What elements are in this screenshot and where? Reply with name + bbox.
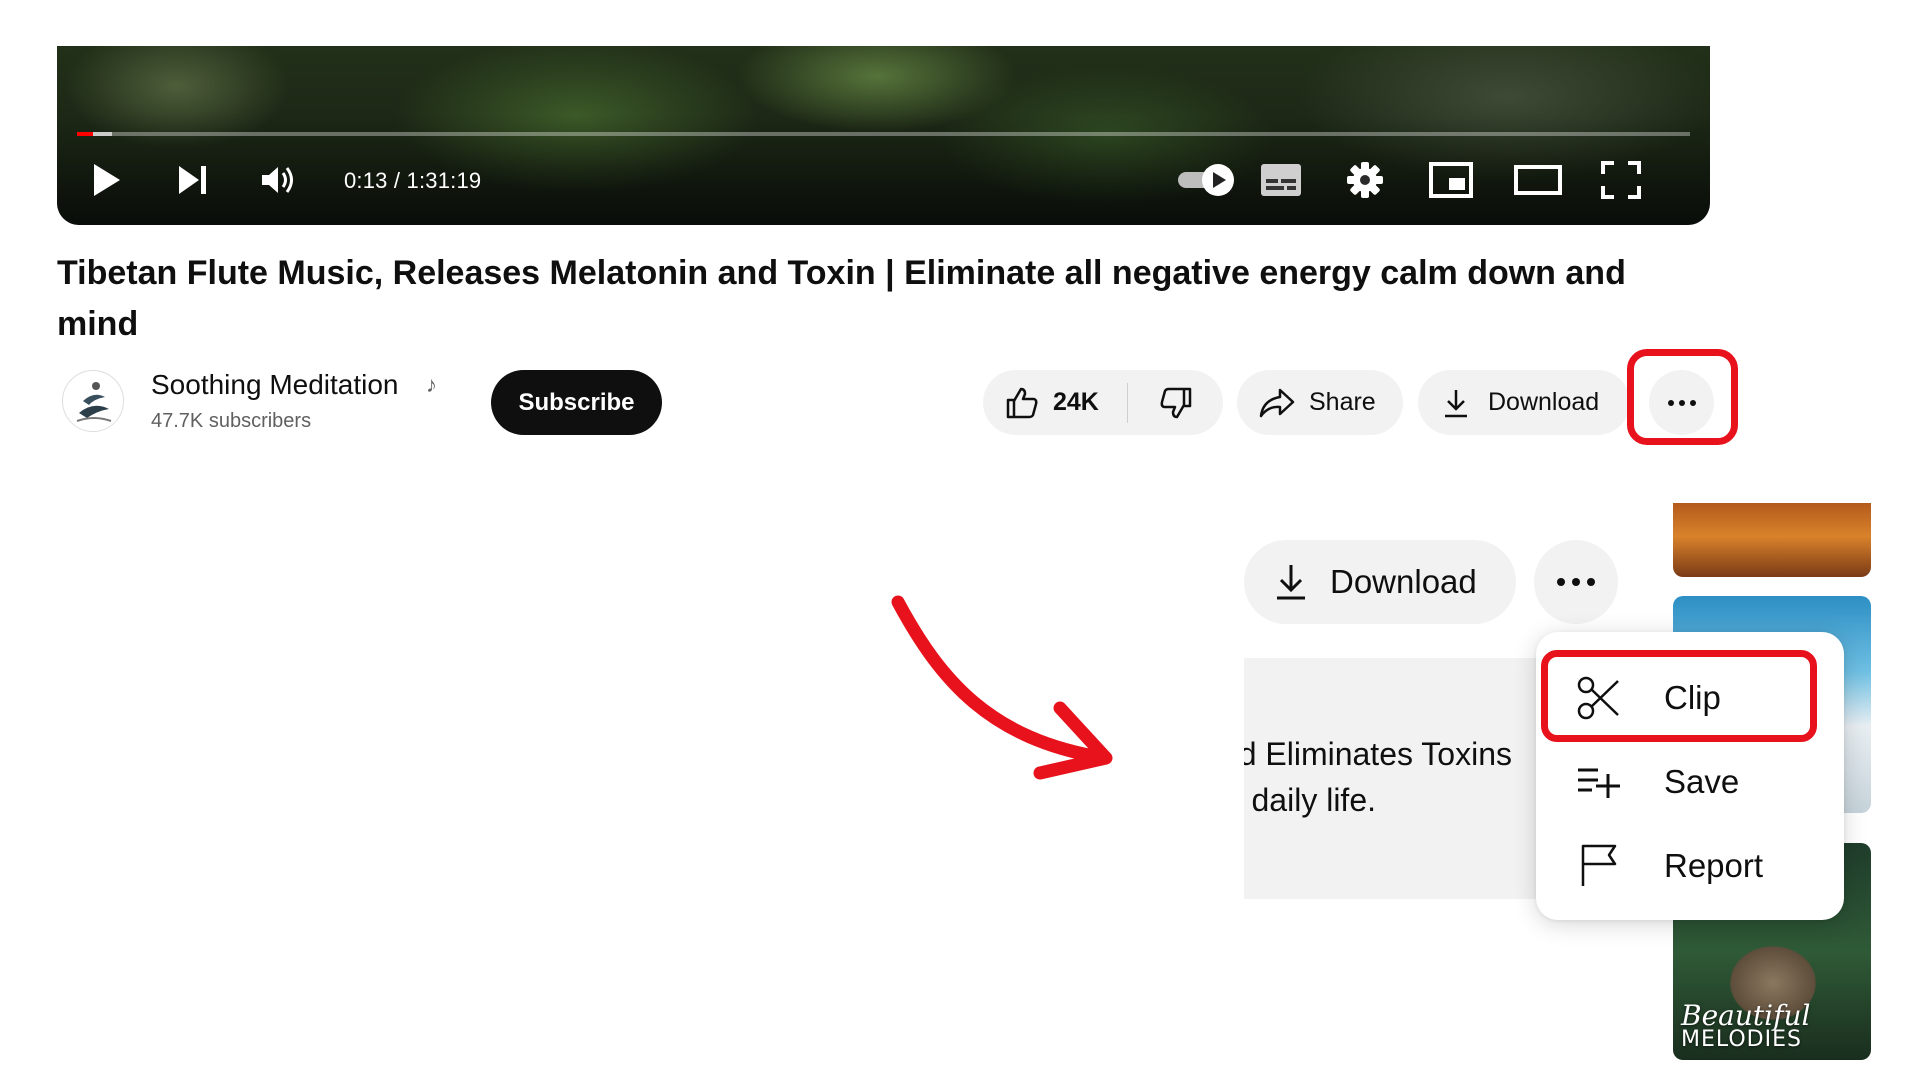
miniplayer-icon[interactable] [1427, 158, 1475, 202]
video-title: Tibetan Flute Music, Releases Melatonin … [57, 254, 1626, 343]
channel-name[interactable]: Soothing Meditation [151, 369, 399, 401]
download-icon [1445, 389, 1467, 417]
download-button[interactable]: Download [1418, 370, 1630, 435]
menu-item-label: Report [1664, 847, 1764, 884]
autoplay-toggle[interactable] [1174, 158, 1240, 202]
music-note-icon: ♪ [426, 372, 437, 397]
volume-icon[interactable] [249, 150, 309, 210]
subscriber-count: 47.7K subscribers [151, 410, 312, 432]
flag-icon [1574, 844, 1624, 888]
menu-item-report[interactable]: Report [1536, 824, 1844, 908]
related-video-thumbnail[interactable] [1673, 503, 1871, 577]
video-player[interactable]: 0:13 / 1:31:19 [57, 46, 1710, 225]
subscribe-button[interactable]: Subscribe [491, 370, 662, 435]
download-icon [1277, 565, 1305, 600]
time-display: 0:13 / 1:31:19 [344, 168, 482, 193]
more-actions-button-zoomed[interactable] [1534, 540, 1618, 624]
next-icon[interactable] [163, 150, 223, 210]
share-button[interactable]: Share [1237, 370, 1403, 435]
settings-gear-icon[interactable] [1343, 158, 1387, 202]
download-label-zoomed: Download [1330, 563, 1477, 600]
thumbs-down-icon [1160, 387, 1191, 418]
description-line-2: ır daily life. [1244, 782, 1376, 818]
download-label: Download [1488, 388, 1600, 416]
thumbs-up-icon [1006, 387, 1038, 418]
description-line-1: d Eliminates Toxins [1244, 736, 1512, 772]
download-button-zoomed[interactable]: Download [1244, 540, 1516, 624]
description-box: d Eliminates Toxins ır daily life. [1244, 658, 1564, 899]
highlight-box-clip [1541, 650, 1817, 742]
playlist-add-icon [1574, 764, 1624, 800]
share-arrow-icon [1259, 388, 1295, 417]
more-horizontal-icon [1557, 578, 1595, 586]
annotation-arrow [891, 595, 1113, 780]
like-count: 24K [1053, 388, 1099, 416]
channel-avatar[interactable] [62, 370, 124, 432]
menu-item-save[interactable]: Save [1536, 740, 1844, 824]
progress-bar[interactable] [77, 132, 1690, 136]
dislike-button[interactable] [1128, 370, 1223, 435]
share-label: Share [1309, 388, 1376, 416]
like-dislike-group: 24K [983, 370, 1223, 435]
menu-item-label: Save [1664, 763, 1740, 800]
play-icon[interactable] [77, 150, 137, 210]
like-button[interactable]: 24K [983, 370, 1127, 435]
highlight-box-more [1627, 349, 1738, 445]
progress-played [77, 132, 94, 136]
thumbnail-overlay-text: Beautiful MELODIES [1681, 999, 1811, 1052]
theater-mode-icon[interactable] [1512, 160, 1564, 200]
fullscreen-icon[interactable] [1597, 158, 1645, 202]
subtitles-icon[interactable] [1257, 160, 1305, 200]
